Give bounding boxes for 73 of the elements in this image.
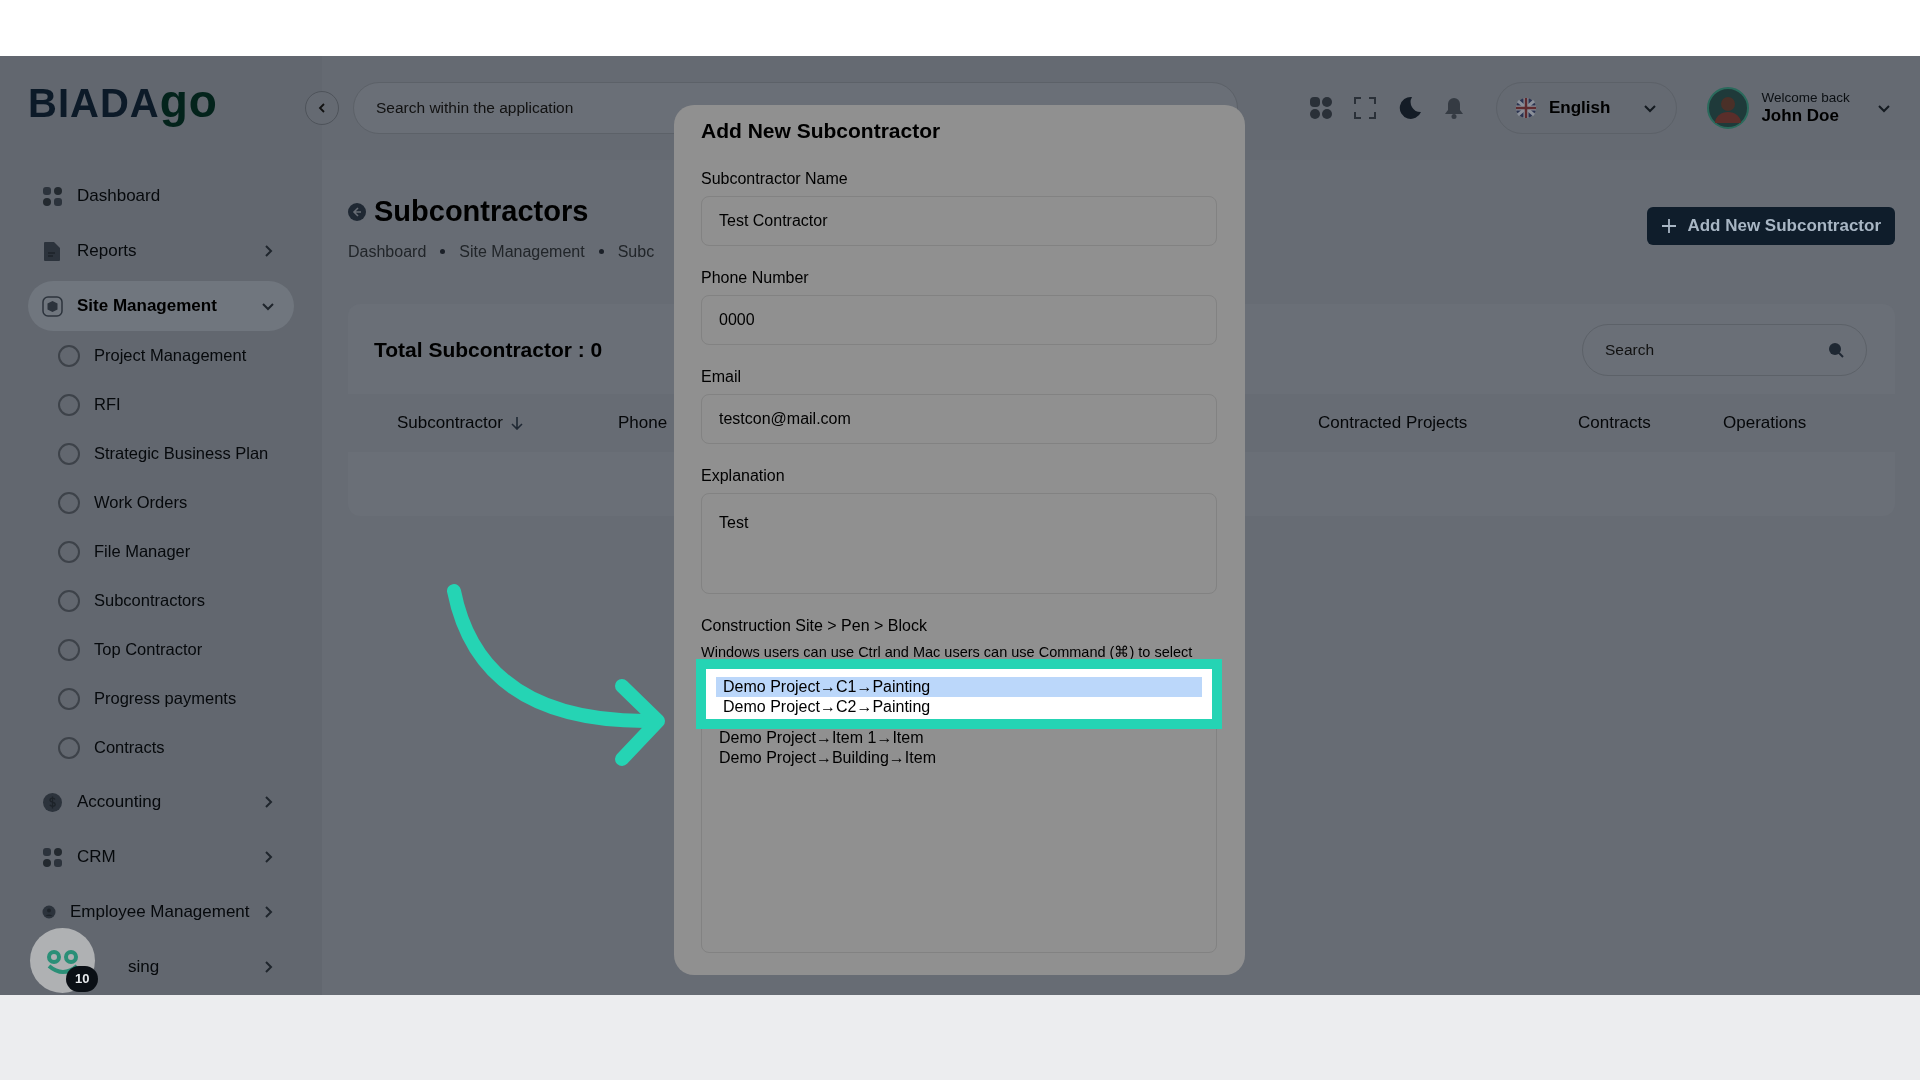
greeting-text: Welcome back	[1761, 89, 1850, 106]
submenu-item[interactable]: Top Contractor	[28, 625, 294, 674]
sidebar-item[interactable]: Accounting	[28, 777, 294, 827]
modal-title: Add New Subcontractor	[701, 118, 942, 144]
grid-icon	[42, 185, 63, 207]
column-header[interactable]: Contracts	[1578, 409, 1651, 436]
submenu-item[interactable]: Progress payments	[28, 674, 294, 723]
radio-circle-icon	[58, 344, 80, 367]
breadcrumb-link[interactable]: Dashboard	[348, 239, 427, 264]
list-option[interactable]: Demo Project→C1→Painting	[716, 676, 1202, 697]
breadcrumb-separator	[440, 249, 446, 254]
radio-circle-icon	[58, 442, 80, 465]
plus-icon	[1661, 218, 1678, 234]
chevron-left-icon	[316, 102, 328, 114]
radio-circle-icon	[58, 638, 80, 661]
field-label: Email	[701, 366, 742, 387]
sort-arrow-icon	[510, 415, 523, 430]
cube-icon	[42, 295, 63, 317]
radio-circle-icon	[58, 687, 80, 710]
bell-icon[interactable]	[1444, 97, 1464, 119]
field-label: Explanation	[701, 465, 786, 486]
breadcrumb-link[interactable]: Site Management	[459, 239, 585, 264]
submenu-item[interactable]: RFI	[28, 380, 294, 429]
radio-circle-icon	[58, 540, 80, 563]
input-field[interactable]: testcon@mail.com	[701, 393, 1217, 444]
field-label: Subcontractor Name	[701, 168, 849, 189]
list-option[interactable]: Demo Project→Item 1→Item	[702, 727, 1216, 748]
column-header[interactable]: Operations	[1723, 409, 1807, 436]
sidebar-item[interactable]: Reports	[28, 226, 294, 276]
radio-circle-icon	[58, 491, 80, 514]
field-label: Construction Site > Pen > Block	[701, 615, 928, 636]
search-field[interactable]: Search	[1582, 323, 1867, 376]
submenu-item[interactable]: File Manager	[28, 527, 294, 576]
column-header[interactable]: Subcontractor	[397, 409, 523, 436]
apps-icon[interactable]	[1310, 97, 1332, 119]
sidebar-item[interactable]: Site Management	[28, 281, 294, 331]
input-field[interactable]: Test Contractor	[701, 195, 1217, 246]
sidebar-item[interactable]: Dashboard	[28, 171, 294, 221]
list-option[interactable]: Demo Project→Building→Item	[702, 747, 1216, 768]
sidebar-item[interactable]: CRM	[28, 832, 294, 882]
document-icon	[42, 240, 63, 262]
sidebar-item[interactable]: Employee Management	[28, 887, 294, 937]
grid-icon	[42, 846, 63, 868]
hint-text: Windows users can use Ctrl and Mac users can use Command (⌘) to select	[701, 642, 1194, 661]
submenu-item[interactable]: Project Management	[28, 331, 294, 380]
sidebar-item[interactable]: sing	[128, 942, 294, 992]
input-field[interactable]: 0000	[701, 294, 1217, 345]
submenu-item[interactable]: Subcontractors	[28, 576, 294, 625]
submenu-item[interactable]: Contracts	[28, 723, 294, 772]
breadcrumb-separator	[598, 249, 604, 254]
moon-icon[interactable]	[1398, 96, 1422, 120]
language-selector[interactable]: English	[1496, 82, 1678, 134]
submenu-item[interactable]: Strategic Business Plan	[28, 429, 294, 478]
dollar-icon	[42, 791, 63, 813]
avatar-icon	[1707, 87, 1750, 129]
radio-circle-icon	[58, 589, 80, 612]
add-subcontractor-button[interactable]: Add New Subcontractor	[1647, 207, 1895, 245]
radio-circle-icon	[58, 393, 80, 416]
collapse-button[interactable]	[305, 91, 339, 125]
submenu-item[interactable]: Work Orders	[28, 478, 294, 527]
column-header[interactable]: Contracted Projects	[1318, 409, 1468, 436]
page-title: Subcontractors	[374, 194, 589, 229]
fullscreen-icon[interactable]	[1354, 97, 1376, 119]
user-name: John Doe	[1761, 105, 1840, 127]
total-count: Total Subcontractor : 0	[374, 336, 603, 363]
column-header[interactable]: Phone	[618, 409, 668, 436]
field-label: Phone Number	[701, 267, 810, 288]
text-area[interactable]: Test	[701, 492, 1217, 594]
radio-circle-icon	[58, 736, 80, 759]
flag-icon	[1515, 97, 1537, 119]
person-icon	[42, 905, 56, 919]
list-option[interactable]: Demo Project→C2→Painting	[716, 696, 1202, 717]
search-icon	[1827, 340, 1845, 359]
